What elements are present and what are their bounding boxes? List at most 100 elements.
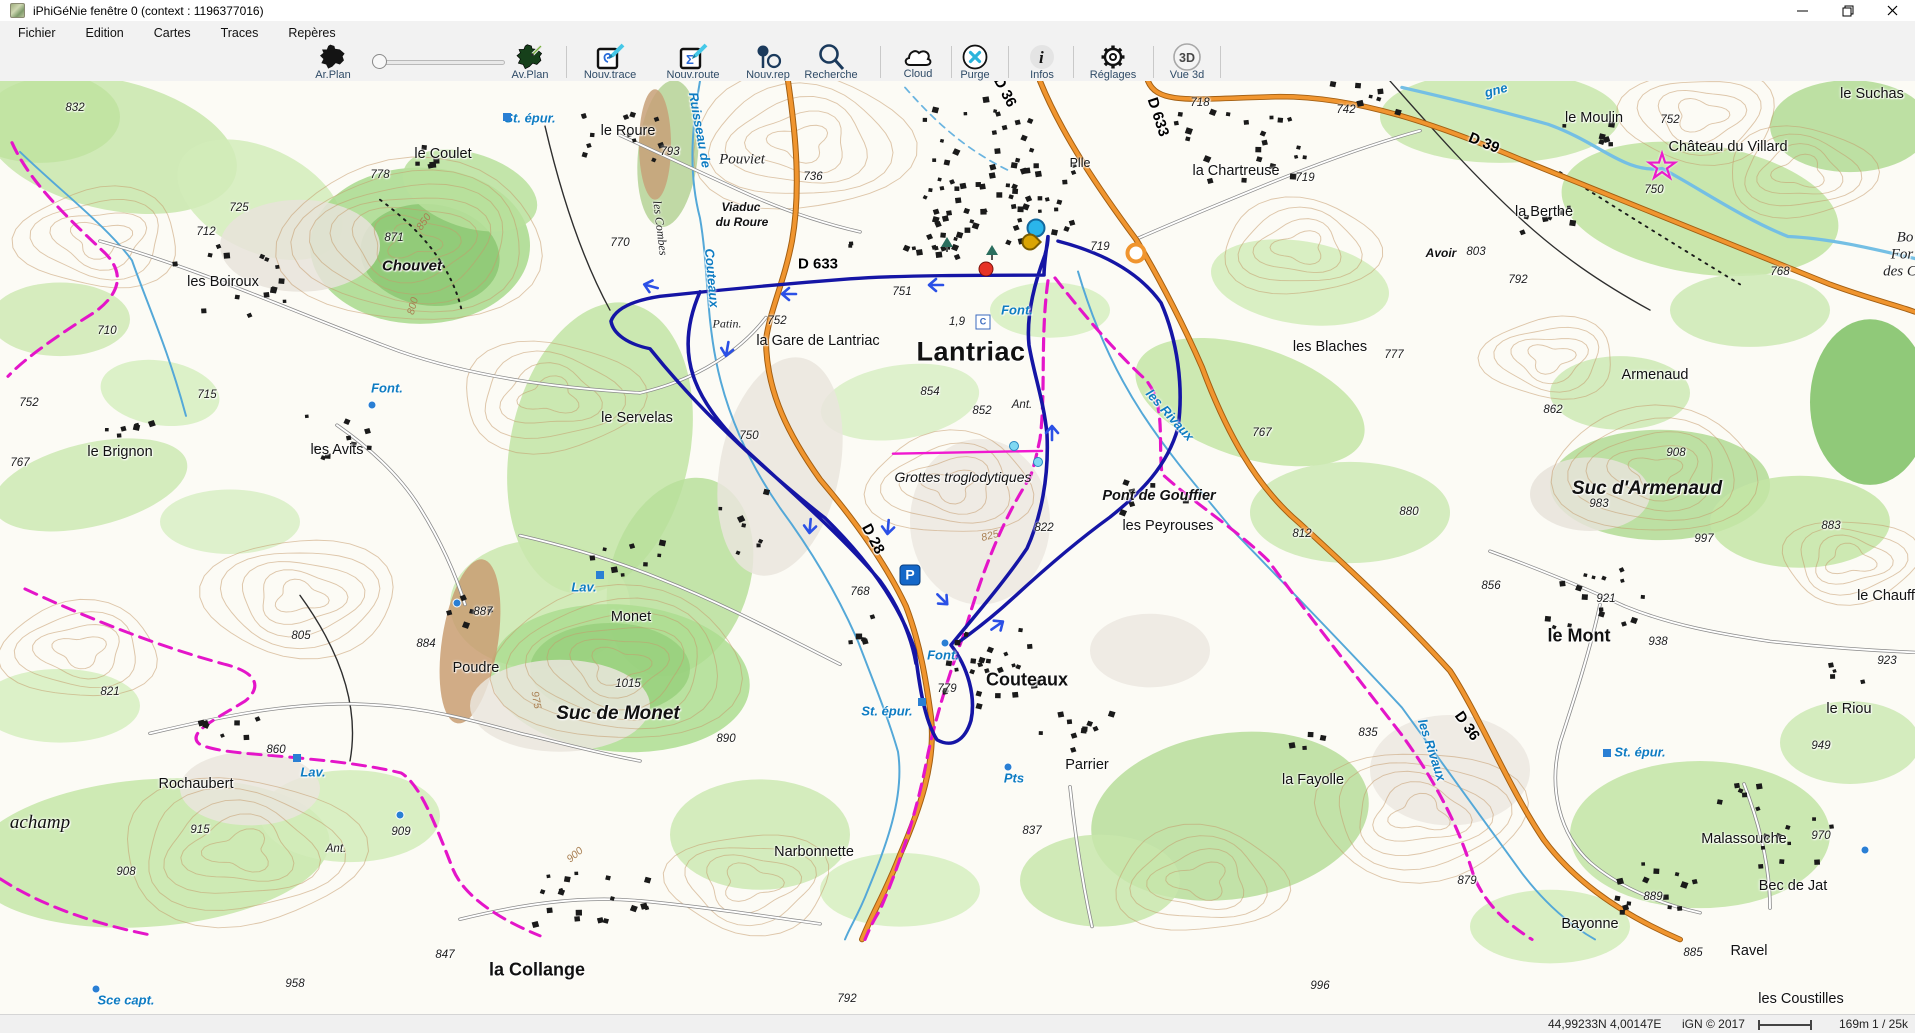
map-label: le Mont — [1548, 626, 1611, 647]
blue-dot-marker — [1004, 763, 1013, 772]
map-label: Bec de Jat — [1759, 878, 1828, 894]
recherche-button[interactable]: Recherche — [789, 44, 873, 80]
map-label: 847 — [435, 949, 454, 961]
map-label: 767 — [10, 457, 29, 469]
menu-reperes[interactable]: Repères — [276, 23, 347, 43]
map-label: Suc d'Armenaud — [1572, 478, 1722, 500]
map-label: le Moulin — [1565, 110, 1623, 126]
trace-direction-arrow — [1041, 421, 1063, 443]
map-label: Couteaux — [986, 670, 1068, 691]
map-label: 792 — [837, 993, 856, 1005]
roundabout-marker — [1126, 243, 1147, 264]
slider-track[interactable] — [372, 60, 505, 65]
map-label: 710 — [97, 325, 116, 337]
map-label: Patin. — [713, 317, 742, 332]
map-label: Ant. — [326, 843, 346, 855]
gear-icon — [1098, 44, 1128, 70]
toolbar-separator — [880, 46, 881, 78]
map-label: du Roure — [716, 215, 769, 229]
map-label: le Riou — [1826, 701, 1871, 717]
map-label: 852 — [972, 405, 991, 417]
status-bar: 44,99233N 4,00147E iGN © 2017 169m 1 / 2… — [0, 1014, 1915, 1033]
slider-knob[interactable] — [372, 54, 387, 69]
map-label: Sce capt. — [97, 993, 154, 1008]
menu-cartes[interactable]: Cartes — [142, 23, 203, 43]
map-label: Bayonne — [1561, 916, 1618, 932]
map-label: 779 — [937, 683, 956, 695]
map-label: Ravel — [1730, 943, 1767, 959]
vue3d-button[interactable]: 3D Vue 3d — [1145, 44, 1229, 80]
topo-map-image — [0, 81, 1915, 1014]
map-label: St. épur. — [1614, 745, 1665, 760]
close-icon — [1887, 5, 1898, 16]
map-label: 983 — [1589, 498, 1608, 510]
menu-traces[interactable]: Traces — [209, 23, 271, 43]
map-label: 751 — [892, 286, 911, 298]
nouvtrace-button[interactable]: Nouv.trace — [568, 44, 652, 80]
background-opacity-slider[interactable] — [372, 54, 503, 68]
reglages-button[interactable]: Réglages — [1071, 44, 1155, 80]
map-label: 712 — [196, 226, 215, 238]
toolbar-label: Ar.Plan — [315, 69, 350, 81]
map-label: 752 — [19, 397, 38, 409]
search-icon — [817, 44, 845, 70]
map-label: 752 — [767, 315, 786, 327]
blue-dot-marker — [941, 639, 950, 648]
map-label: Lantriac — [916, 337, 1025, 368]
map-label: 792 — [1508, 274, 1527, 286]
trace-direction-arrow — [798, 515, 822, 539]
map-label: 884 — [416, 638, 435, 650]
purge-x-icon — [961, 44, 989, 70]
map-label: la Fayolle — [1282, 772, 1344, 788]
map-label: 908 — [1666, 447, 1685, 459]
scale-bar — [1758, 1024, 1812, 1026]
arplan-button[interactable]: Ar.Plan — [291, 44, 375, 80]
map-label: les Peyrouses — [1122, 518, 1213, 534]
map-label: Font. — [927, 648, 959, 663]
restore-icon — [1842, 5, 1854, 17]
map-label: Monet — [611, 609, 651, 625]
close-button[interactable] — [1870, 0, 1915, 21]
map-label: Lav. — [300, 765, 325, 780]
map-label: Narbonnette — [774, 844, 854, 860]
minimize-button[interactable] — [1780, 0, 1825, 21]
map-label: 854 — [920, 386, 939, 398]
map-label: 970 — [1811, 830, 1830, 842]
restore-button[interactable] — [1825, 0, 1870, 21]
svg-text:Σ: Σ — [686, 52, 694, 67]
toolbar-label: Recherche — [804, 69, 857, 81]
map-label: 880 — [1399, 506, 1418, 518]
map-label: 1015 — [615, 678, 641, 690]
map-label: 996 — [1310, 980, 1329, 992]
toolbar-label: Réglages — [1090, 69, 1136, 81]
map-label: 949 — [1811, 740, 1830, 752]
map-label: 885 — [1683, 947, 1702, 959]
map-label: le Roure — [601, 123, 656, 139]
nouvroute-button[interactable]: Σ Nouv.route — [651, 44, 735, 80]
blue-dot-marker — [1861, 846, 1870, 855]
map-label: 997 — [1694, 533, 1713, 545]
map-label: 719 — [1090, 241, 1109, 253]
magenta-star-marker[interactable]: ☆ — [1645, 152, 1679, 182]
map-label: le Chauffa — [1857, 588, 1915, 604]
map-label: des C — [1883, 264, 1915, 281]
red-circle-marker[interactable] — [979, 262, 994, 277]
toolbar-separator — [566, 46, 567, 78]
cyan-dot-marker — [1033, 457, 1043, 467]
toolbar-label: Nouv.trace — [584, 69, 636, 81]
toolbar-label: Infos — [1030, 69, 1054, 81]
app-icon — [10, 3, 25, 18]
map-label: Pouviet — [719, 152, 765, 169]
blue-dot-marker — [396, 811, 405, 820]
map-label: le Servelas — [601, 410, 673, 426]
menu-fichier[interactable]: Fichier — [6, 23, 68, 43]
window-title: iPhiGéNie fenêtre 0 (context : 119637701… — [33, 4, 264, 18]
map-label: 862 — [1543, 404, 1562, 416]
menu-edition[interactable]: Edition — [74, 23, 136, 43]
avplan-button[interactable]: Av.Plan — [488, 44, 572, 80]
trace-direction-arrow — [876, 516, 900, 540]
map-canvas[interactable]: 832St. épur.le Coulet778le Roure793Pouvi… — [0, 81, 1915, 1014]
map-label: Font. — [371, 381, 403, 396]
minimize-icon — [1797, 5, 1808, 16]
map-label: 909 — [391, 826, 410, 838]
